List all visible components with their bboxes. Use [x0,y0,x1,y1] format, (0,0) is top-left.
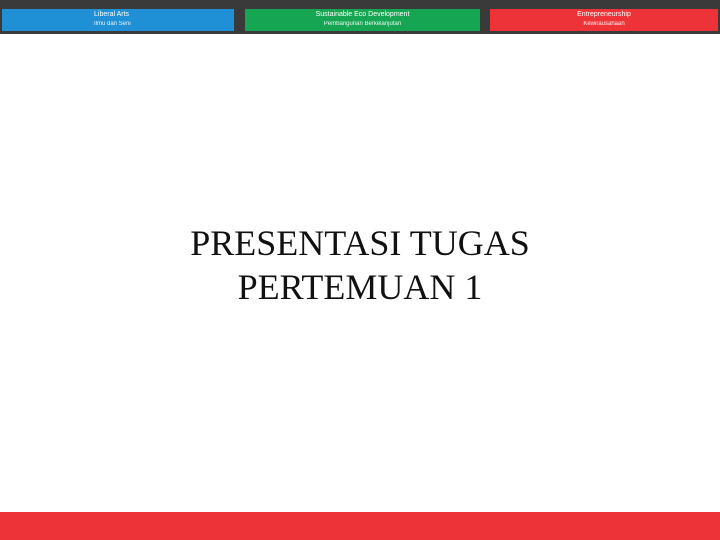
header-bar: Liberal Arts Ilmu dan Seni Sustainable E… [0,0,720,34]
pillar-subtitle: Ilmu dan Seni [94,21,131,27]
slide-title: PRESENTASI TUGAS PERTEMUAN 1 [0,221,720,309]
pillar-subtitle: Pembangunan Berkelanjutan [323,21,402,27]
pillar-name: Entrepreneurship [577,11,631,18]
pillar-name: Sustainable Eco Development [315,11,410,18]
slide-title-line-1: PRESENTASI TUGAS [190,223,530,263]
slide: Liberal Arts Ilmu dan Seni Sustainable E… [0,0,720,540]
slide-title-line-2: PERTEMUAN 1 [237,267,483,307]
pillar-subtitle: Kewirausahaan [583,21,625,27]
footer-bar [0,512,720,540]
header-pillar-entrepreneurship: Entrepreneurship Kewirausahaan [490,9,718,31]
header-pillar-sustainable-eco-development: Sustainable Eco Development Pembangunan … [245,9,480,31]
pillar-name: Liberal Arts [94,11,130,18]
header-pillar-liberal-arts: Liberal Arts Ilmu dan Seni [2,9,234,31]
